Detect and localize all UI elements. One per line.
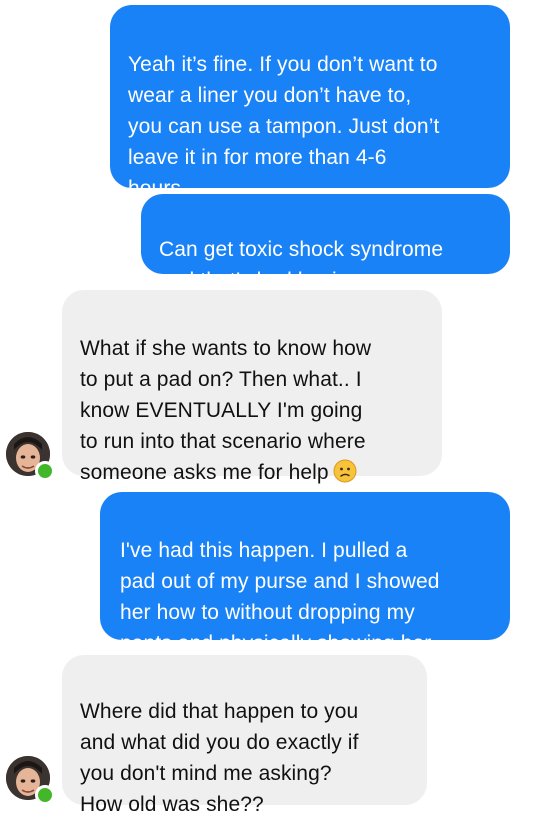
confused-face-emoji bbox=[333, 459, 357, 483]
message-text: I've had this happen. I pulled a pad out… bbox=[120, 539, 440, 655]
message-text: Yeah it’s fine. If you don’t want to wea… bbox=[128, 53, 440, 200]
outgoing-message-bubble[interactable]: Yeah it’s fine. If you don’t want to wea… bbox=[110, 5, 510, 200]
online-status-dot bbox=[35, 785, 55, 805]
user-avatar[interactable] bbox=[6, 432, 55, 481]
incoming-message-bubble[interactable]: What if she wants to know how to put a p… bbox=[62, 290, 442, 484]
outgoing-message-bubble[interactable]: Can get toxic shock syndrome and that’s … bbox=[141, 194, 510, 292]
message-text: What if she wants to know how to put a p… bbox=[80, 337, 372, 484]
message-text: Can get toxic shock syndrome and that’s … bbox=[159, 238, 444, 292]
outgoing-message-bubble[interactable]: I've had this happen. I pulled a pad out… bbox=[100, 492, 510, 655]
message-thread: Yeah it’s fine. If you don’t want to wea… bbox=[0, 0, 536, 816]
message-text: Where did that happen to you and what di… bbox=[80, 700, 359, 816]
online-status-dot bbox=[35, 461, 55, 481]
incoming-message-bubble[interactable]: Where did that happen to you and what di… bbox=[62, 655, 427, 816]
user-avatar[interactable] bbox=[6, 756, 55, 805]
